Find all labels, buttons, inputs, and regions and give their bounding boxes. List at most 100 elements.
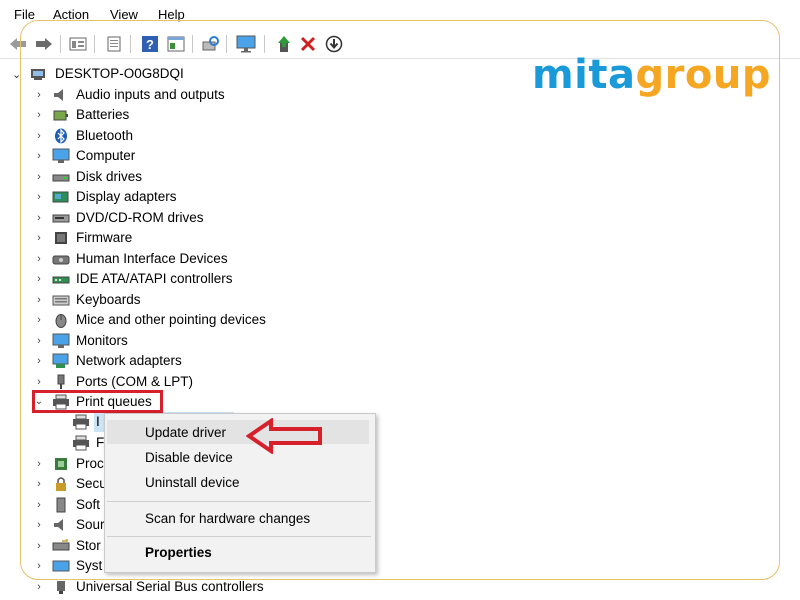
tree-item-label: Sour <box>76 517 105 532</box>
tree-item-label: Universal Serial Bus controllers <box>76 579 264 594</box>
tree-item-label: Bluetooth <box>76 128 134 143</box>
dvd-drive-icon <box>52 210 70 226</box>
menu-item-disable-device[interactable]: Disable device <box>145 450 233 465</box>
tree-child-label: I <box>96 414 100 429</box>
tree-item-label: Human Interface Devices <box>76 251 228 266</box>
tree-item-label: Mice and other pointing devices <box>76 312 266 327</box>
hid-icon <box>52 251 70 267</box>
processor-icon <box>52 456 70 472</box>
display-adapter-icon <box>52 189 70 205</box>
battery-icon <box>52 107 70 123</box>
chevron-right-icon[interactable]: › <box>34 314 44 326</box>
tree-item-ide[interactable]: › IDE ATA/ATAPI controllers <box>0 269 400 289</box>
tree-item-label: Computer <box>76 148 136 163</box>
tree-item-network[interactable]: › Network adapters <box>0 351 400 371</box>
chevron-right-icon[interactable]: › <box>34 191 44 203</box>
software-icon <box>52 497 70 513</box>
tree-item-label: Syst <box>76 558 103 573</box>
context-menu: Update driver Disable device Uninstall d… <box>104 413 376 573</box>
printer-icon <box>72 414 90 430</box>
menu-separator <box>107 501 371 502</box>
menu-item-properties[interactable]: Properties <box>145 545 212 560</box>
tree-item-mice[interactable]: › Mice and other pointing devices <box>0 310 400 330</box>
tree-item-keyboards[interactable]: › Keyboards <box>0 290 400 310</box>
keyboard-icon <box>52 292 70 308</box>
tree-item-label: Keyboards <box>76 292 141 307</box>
menu-item-scan-hardware[interactable]: Scan for hardware changes <box>145 511 310 526</box>
tree-item-hid[interactable]: › Human Interface Devices <box>0 249 400 269</box>
annotation-highlight-box <box>32 390 163 413</box>
disk-drive-icon <box>52 169 70 185</box>
tree-root[interactable]: ⌄ DESKTOP-O0G8DQI <box>0 64 400 84</box>
system-device-icon <box>52 558 70 574</box>
tree-item-label: DVD/CD-ROM drives <box>76 210 204 225</box>
chevron-right-icon[interactable]: › <box>34 150 44 162</box>
chevron-right-icon[interactable]: › <box>34 560 44 572</box>
annotation-arrow-icon <box>246 418 322 454</box>
chevron-right-icon[interactable]: › <box>34 581 44 593</box>
tree-item-label: Monitors <box>76 333 128 348</box>
speaker-icon <box>52 87 70 103</box>
tree-item-label: Soft <box>76 497 101 512</box>
chevron-right-icon[interactable]: › <box>34 273 44 285</box>
menu-file[interactable]: File <box>14 7 35 22</box>
tree-item-display-adapters[interactable]: › Display adapters <box>0 187 400 207</box>
tree-item-label: Network adapters <box>76 353 182 368</box>
tree-item-ports[interactable]: › Ports (COM & LPT) <box>0 372 400 392</box>
tree-item-label: Batteries <box>76 107 130 122</box>
chevron-right-icon[interactable]: › <box>34 335 44 347</box>
monitor-icon <box>52 148 70 164</box>
chevron-right-icon[interactable]: › <box>34 89 44 101</box>
usb-icon <box>52 579 70 595</box>
chevron-right-icon[interactable]: › <box>34 232 44 244</box>
tree-child-label: F <box>96 435 105 450</box>
speaker-icon <box>52 517 70 533</box>
security-icon <box>52 476 70 492</box>
menu-separator <box>107 536 371 537</box>
tree-root-label: DESKTOP-O0G8DQI <box>55 66 184 81</box>
printer-icon <box>72 435 90 451</box>
chevron-right-icon[interactable]: › <box>34 130 44 142</box>
tree-item-label: Stor <box>76 538 101 553</box>
tree-item-label: Firmware <box>76 230 133 245</box>
tree-item-monitors[interactable]: › Monitors <box>0 331 400 351</box>
ide-controller-icon <box>52 271 70 287</box>
chevron-right-icon[interactable]: › <box>34 294 44 306</box>
tree-item-label: Audio inputs and outputs <box>76 87 225 102</box>
tree-item-batteries[interactable]: › Batteries <box>0 105 400 125</box>
tree-item-dvd[interactable]: › DVD/CD-ROM drives <box>0 208 400 228</box>
chevron-right-icon[interactable]: › <box>34 540 44 552</box>
firmware-icon <box>52 230 70 246</box>
tree-item-label: Ports (COM & LPT) <box>76 374 194 389</box>
tree-item-label: Disk drives <box>76 169 143 184</box>
chevron-right-icon[interactable]: › <box>34 171 44 183</box>
tree-item-computer[interactable]: › Computer <box>0 146 400 166</box>
menu-item-uninstall-device[interactable]: Uninstall device <box>145 475 240 490</box>
chevron-right-icon[interactable]: › <box>34 519 44 531</box>
tree-item-disk-drives[interactable]: › Disk drives <box>0 167 400 187</box>
chevron-right-icon[interactable]: › <box>34 355 44 367</box>
network-adapter-icon <box>52 353 70 369</box>
tree-item-label: Proc <box>76 456 104 471</box>
tree-item-label: Secu <box>76 476 107 491</box>
bluetooth-icon <box>52 128 70 144</box>
tree-item-label: IDE ATA/ATAPI controllers <box>76 271 233 286</box>
computer-icon <box>30 66 48 82</box>
chevron-right-icon[interactable]: › <box>34 478 44 490</box>
storage-icon <box>52 538 70 554</box>
tree-item-bluetooth[interactable]: › Bluetooth <box>0 126 400 146</box>
chevron-down-icon[interactable]: ⌄ <box>12 68 21 81</box>
chevron-right-icon[interactable]: › <box>34 212 44 224</box>
tree-item-firmware[interactable]: › Firmware <box>0 228 400 248</box>
chevron-right-icon[interactable]: › <box>34 458 44 470</box>
port-icon <box>52 374 70 390</box>
chevron-right-icon[interactable]: › <box>34 499 44 511</box>
chevron-right-icon[interactable]: › <box>34 253 44 265</box>
tree-item-usb[interactable]: › Universal Serial Bus controllers <box>0 577 400 597</box>
menu-item-update-driver[interactable]: Update driver <box>145 425 226 440</box>
tree-item-label: Display adapters <box>76 189 177 204</box>
monitor-icon <box>52 333 70 349</box>
chevron-right-icon[interactable]: › <box>34 376 44 388</box>
chevron-right-icon[interactable]: › <box>34 109 44 121</box>
tree-item-audio[interactable]: › Audio inputs and outputs <box>0 85 400 105</box>
